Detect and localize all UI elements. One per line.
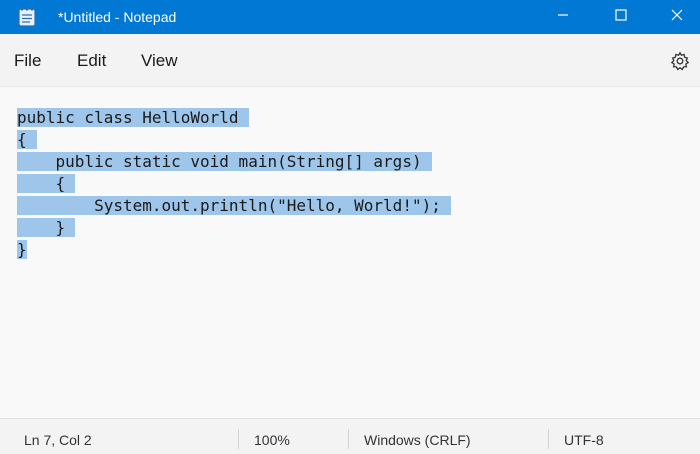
selected-text: }: [17, 218, 76, 237]
menu-file[interactable]: File: [14, 46, 41, 76]
code-content[interactable]: public class HelloWorld { public static …: [17, 107, 451, 261]
settings-button[interactable]: [668, 51, 692, 75]
close-button[interactable]: [654, 0, 700, 34]
menu-bar: File Edit View: [0, 34, 700, 86]
status-divider: [548, 429, 549, 449]
code-line: System.out.println("Hello, World!");: [17, 195, 451, 217]
menu-view[interactable]: View: [141, 46, 178, 76]
code-line: public class HelloWorld: [17, 107, 451, 129]
menu-edit[interactable]: Edit: [77, 46, 106, 76]
code-line: {: [17, 173, 451, 195]
selected-text: public class HelloWorld: [17, 108, 249, 127]
selected-text: {: [17, 174, 76, 193]
cursor-position[interactable]: Ln 7, Col 2: [24, 419, 92, 454]
code-line: }: [17, 217, 451, 239]
code-line: {: [17, 129, 451, 151]
close-icon: [671, 8, 683, 26]
selected-text: {: [17, 130, 37, 149]
minimize-icon: [557, 8, 569, 26]
selected-text: System.out.println("Hello, World!");: [17, 196, 451, 215]
selected-text: public static void main(String[] args): [17, 152, 432, 171]
selected-text: }: [17, 240, 27, 259]
code-line: public static void main(String[] args): [17, 151, 451, 173]
gear-icon: [670, 51, 690, 76]
status-bar: Ln 7, Col 2 100% Windows (CRLF) UTF-8: [0, 418, 700, 454]
encoding[interactable]: UTF-8: [564, 419, 604, 454]
code-line: }: [17, 239, 451, 261]
title-bar: *Untitled - Notepad: [0, 0, 700, 34]
zoom-level[interactable]: 100%: [254, 419, 290, 454]
notepad-icon: [18, 7, 36, 27]
text-editor[interactable]: public class HelloWorld { public static …: [0, 86, 700, 418]
minimize-button[interactable]: [540, 0, 586, 34]
status-divider: [238, 429, 239, 449]
maximize-icon: [615, 8, 627, 26]
line-ending[interactable]: Windows (CRLF): [364, 419, 471, 454]
maximize-button[interactable]: [598, 0, 644, 34]
window-title: *Untitled - Notepad: [58, 9, 177, 25]
status-divider: [348, 429, 349, 449]
